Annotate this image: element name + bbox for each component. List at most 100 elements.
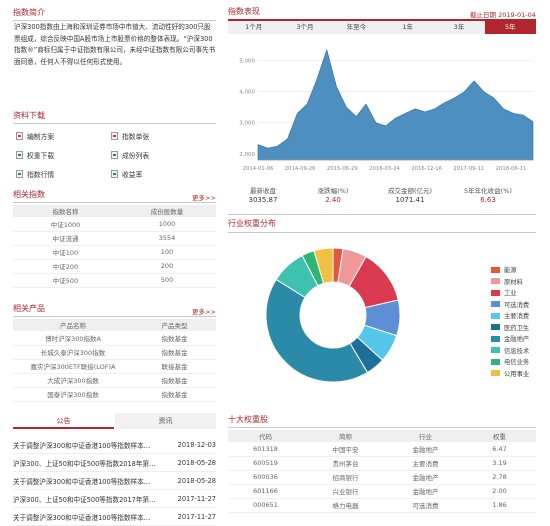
product-name-link[interactable]: 嘉实沪深300ETF联接(LOF)A <box>13 359 133 374</box>
table-row[interactable]: 国泰沪深300指数 指数基金 <box>13 387 216 402</box>
range-3-months[interactable]: 3个月 <box>279 21 330 34</box>
index-name-link[interactable]: 中证1000 <box>13 217 118 232</box>
stock-name-link[interactable]: 贵州茅台 <box>303 456 388 471</box>
cell: 指数基金 <box>133 331 216 346</box>
news-row[interactable]: 关于调整沪深300和中证香港100等指数样本… 2018-12-03 <box>13 437 216 454</box>
stat-5y-return-value: 6.63 <box>480 196 496 204</box>
range-ytd[interactable]: 年至今 <box>331 21 382 34</box>
stock-name-link[interactable]: 招商银行 <box>303 470 388 485</box>
index-name-link[interactable]: 中证100 <box>13 245 118 260</box>
product-name-link[interactable]: 大成沪深300指数 <box>13 373 133 388</box>
index-name-link[interactable]: 中证流通 <box>13 231 118 246</box>
news-row[interactable]: 沪深300、上证50和中证500等指数2017年第… 2017-11-27 <box>13 491 216 508</box>
download-index-sheet[interactable]: 指数单张 <box>111 131 149 141</box>
table-row[interactable]: 长城久泰沪深300指数 指数基金 <box>13 345 216 360</box>
download-constituents[interactable]: 成份列表 <box>111 150 149 160</box>
product-name-link[interactable]: 长城久泰沪深300指数 <box>13 345 133 360</box>
table-row[interactable]: 嘉实沪深300ETF联接(LOF)A 联接基金 <box>13 359 216 374</box>
news-title-link[interactable]: 沪深300、上证50和中证500等指数2018年第… <box>13 458 163 468</box>
table-row[interactable]: 000651 格力电器 可选消费 1.86 <box>228 498 536 513</box>
column-header: 行业 <box>388 430 463 442</box>
index-name-link[interactable]: 中证500 <box>13 273 118 288</box>
legend-item[interactable]: 信息技术 <box>491 346 529 355</box>
excel-icon <box>16 170 23 178</box>
legend-label: 金融地产 <box>504 336 530 343</box>
stock-name-link[interactable]: 中国平安 <box>303 442 388 457</box>
stat-change-value: 2.40 <box>325 196 341 204</box>
cell: 指数基金 <box>133 373 216 388</box>
related-indices-more-link[interactable]: 更多>> <box>192 192 216 202</box>
range-1-year[interactable]: 1年 <box>382 21 433 34</box>
table-row[interactable]: 中证100 100 <box>13 245 216 260</box>
x-tick-label: 2015-06-29 <box>327 166 358 172</box>
weight: 2.00 <box>463 484 536 499</box>
weight: 3.19 <box>463 456 536 471</box>
table-row[interactable]: 中证500 500 <box>13 273 216 288</box>
industry: 金融地产 <box>388 484 463 499</box>
legend-swatch <box>491 335 500 342</box>
news-row[interactable]: 关于调整沪深300和中证香港100等指数样本… 2017-11-27 <box>13 509 216 526</box>
x-tick-label: 2014-09-26 <box>285 166 316 172</box>
legend-item[interactable]: 电信业务 <box>491 357 529 366</box>
legend-label: 主要消费 <box>504 313 530 320</box>
legend-item[interactable]: 工业 <box>491 288 517 297</box>
download-weights[interactable]: 权重下载 <box>16 150 54 160</box>
legend-item[interactable]: 金融地产 <box>491 334 529 343</box>
pdf-icon <box>111 132 118 140</box>
news-title-link[interactable]: 沪深300、上证50和中证500等指数2017年第… <box>13 494 163 504</box>
table-row[interactable]: 600036 招商银行 金融地产 2.78 <box>228 470 536 485</box>
related-products-more-link[interactable]: 更多>> <box>192 306 216 316</box>
download-returns[interactable]: 收益率 <box>111 169 142 179</box>
table-row[interactable]: 601318 中国平安 金融地产 6.47 <box>228 442 536 457</box>
legend-swatch <box>491 289 500 296</box>
index-name-link[interactable]: 中证200 <box>13 259 118 274</box>
legend-item[interactable]: 公用事业 <box>491 369 529 378</box>
table-row[interactable]: 中证200 200 <box>13 259 216 274</box>
divider <box>13 20 216 21</box>
legend-label: 可选消费 <box>504 301 530 309</box>
legend-item[interactable]: 主要消费 <box>491 311 529 320</box>
table-row[interactable]: 601166 兴业银行 金融地产 2.00 <box>228 484 536 499</box>
x-tick-label: 2014-01-06 <box>243 166 274 172</box>
legend-item[interactable]: 原材料 <box>491 277 523 286</box>
industry: 金融地产 <box>388 470 463 485</box>
table-row[interactable]: 大成沪深300指数 指数基金 <box>13 373 216 388</box>
related-indices-table: 指数名称 成份股数量 中证1000 1000 中证流通 3554 中证100 100 … <box>13 205 216 288</box>
cell: 100 <box>118 245 216 260</box>
legend-item[interactable]: 可选消费 <box>491 300 529 309</box>
legend-label: 医药卫生 <box>504 324 530 332</box>
legend-item[interactable]: 医药卫生 <box>491 323 529 332</box>
y-tick-label: 5,000 <box>239 59 255 65</box>
range-1-month[interactable]: 1个月 <box>228 21 279 34</box>
pdf-icon <box>16 132 23 140</box>
download-compile-plan[interactable]: 编制方案 <box>16 131 54 141</box>
table-row[interactable]: 中证1000 1000 <box>13 217 216 232</box>
range-5-years[interactable]: 5年 <box>484 21 536 34</box>
weight: 2.78 <box>463 470 536 485</box>
news-title-link[interactable]: 关于调整沪深300和中证香港100等指数样本… <box>13 476 163 486</box>
legend-swatch <box>491 347 500 353</box>
legend-label: 工业 <box>504 290 517 297</box>
product-name-link[interactable]: 国泰沪深300指数 <box>13 387 133 402</box>
news-row[interactable]: 沪深300、上证50和中证500等指数2018年第… 2018-05-28 <box>13 455 216 472</box>
news-title-link[interactable]: 关于调整沪深300和中证香港100等指数样本… <box>13 512 163 522</box>
news-row[interactable]: 关于调整沪深300和中证香港100等指数样本… 2018-05-28 <box>13 473 216 490</box>
range-3-years[interactable]: 3年 <box>433 21 484 34</box>
product-name-link[interactable]: 博时沪深300指数A <box>13 331 133 346</box>
legend-item[interactable]: 能源 <box>491 265 517 274</box>
divider <box>13 202 216 203</box>
download-quotes[interactable]: 指数行情 <box>16 169 54 179</box>
tab-announcements[interactable]: 公告 <box>13 413 114 429</box>
divider <box>228 214 536 215</box>
stock-code: 601166 <box>228 484 303 499</box>
table-row[interactable]: 600519 贵州茅台 主要消费 3.19 <box>228 456 536 471</box>
download-label: 成份列表 <box>122 152 150 160</box>
stock-name-link[interactable]: 兴业银行 <box>303 484 388 499</box>
news-title-link[interactable]: 关于调整沪深300和中证香港100等指数样本… <box>13 440 163 450</box>
legend-label: 原材料 <box>504 278 523 286</box>
stock-name-link[interactable]: 格力电器 <box>303 498 388 513</box>
tab-news[interactable]: 资讯 <box>115 413 216 429</box>
cell: 3554 <box>118 231 216 246</box>
table-row[interactable]: 中证流通 3554 <box>13 231 216 246</box>
table-row[interactable]: 博时沪深300指数A 指数基金 <box>13 331 216 346</box>
